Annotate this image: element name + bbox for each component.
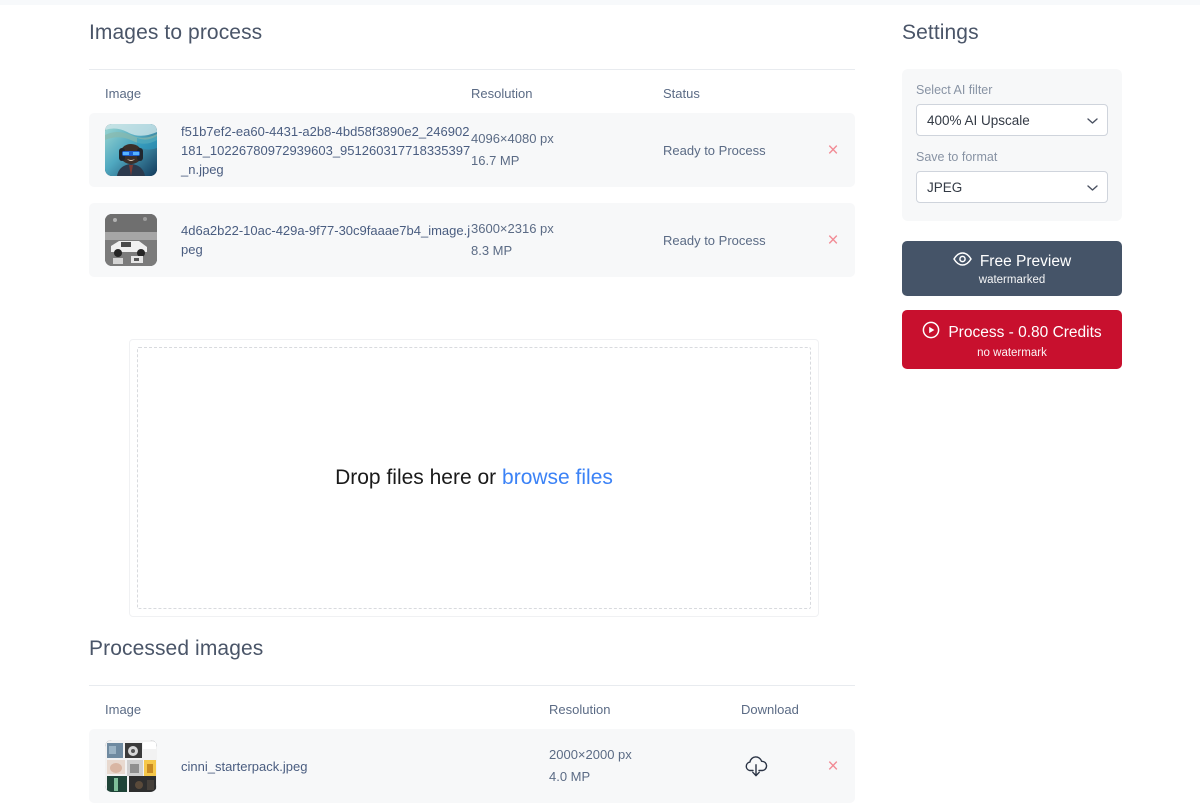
file-dropzone[interactable]: Drop files here or browse files <box>129 339 819 617</box>
process-button[interactable]: Process - 0.80 Credits no watermark <box>902 310 1122 370</box>
images-table-header: Image Resolution Status <box>89 70 855 113</box>
settings-panel: Settings Select AI filter 400% AI Upscal… <box>902 20 1122 383</box>
processed-images-section: Processed images Image Resolution Downlo… <box>89 636 855 803</box>
row-actions: × <box>811 757 855 776</box>
column-header-download: Download <box>741 702 799 718</box>
column-header-image: Image <box>105 86 142 102</box>
save-format-label: Save to format <box>916 150 998 165</box>
row-image-cell: 4d6a2b22-10ac-429a-9f77-30c9faaae7b4_ima… <box>89 214 471 267</box>
column-header-resolution: Resolution <box>549 702 611 718</box>
process-label: Process - 0.80 Credits <box>948 324 1102 342</box>
ai-filter-value: 400% AI Upscale <box>927 112 1030 128</box>
row-resolution: 3600×2316 px <box>471 221 554 237</box>
column-header-image: Image <box>105 702 142 718</box>
file-dropzone-inner[interactable]: Drop files here or browse files <box>137 347 811 609</box>
row-status: Ready to Process <box>663 232 766 248</box>
settings-card: Select AI filter 400% AI Upscale Save to… <box>902 69 1122 222</box>
save-format-value: JPEG <box>927 179 963 195</box>
app-root: Images to process Image Resolution Statu… <box>0 0 1200 803</box>
free-preview-label: Free Preview <box>979 253 1072 271</box>
image-thumbnail <box>105 214 157 267</box>
row-actions: × <box>811 141 855 160</box>
image-thumbnail <box>105 740 157 793</box>
table-row[interactable]: cinni_starterpack.jpeg 2000×2000 px 4.0 … <box>89 729 855 803</box>
row-filename: 4d6a2b22-10ac-429a-9f77-30c9faaae7b4_ima… <box>181 223 471 258</box>
remove-image-icon[interactable]: × <box>827 231 838 250</box>
row-resolution-cell: 3600×2316 px 8.3 MP <box>471 218 663 262</box>
remove-image-icon[interactable]: × <box>827 141 838 160</box>
row-megapixels: 8.3 MP <box>471 243 513 259</box>
row-resolution: 2000×2000 px <box>549 747 632 763</box>
row-resolution: 4096×4080 px <box>471 131 554 147</box>
row-resolution-cell: 2000×2000 px 4.0 MP <box>549 744 741 788</box>
processed-table-header: Image Resolution Download <box>89 686 855 729</box>
table-row[interactable]: f51b7ef2-ea60-4431-a2b8-4bd58f3890e2_246… <box>89 113 855 188</box>
row-resolution-cell: 4096×4080 px 16.7 MP <box>471 128 663 172</box>
row-image-cell: cinni_starterpack.jpeg <box>89 740 549 793</box>
free-preview-button[interactable]: Free Preview watermarked <box>902 241 1122 297</box>
row-status: Ready to Process <box>663 142 766 158</box>
processed-title: Processed images <box>89 637 264 660</box>
chevron-down-icon <box>1087 180 1098 195</box>
free-preview-sublabel: watermarked <box>978 274 1046 287</box>
thumbnail-art-racecar <box>105 214 157 267</box>
image-thumbnail <box>105 124 157 177</box>
column-header-status: Status <box>663 86 700 102</box>
process-button-line: Process - 0.80 Credits <box>902 321 1122 345</box>
row-download-cell <box>741 751 811 781</box>
row-image-cell: f51b7ef2-ea60-4431-a2b8-4bd58f3890e2_246… <box>89 122 471 179</box>
dropzone-label: Drop files here or <box>335 466 497 489</box>
row-filename: f51b7ef2-ea60-4431-a2b8-4bd58f3890e2_246… <box>181 123 471 177</box>
ai-filter-select[interactable]: 400% AI Upscale <box>916 104 1108 137</box>
top-strip <box>0 0 1200 5</box>
thumbnail-art-portrait <box>105 124 157 177</box>
save-format-select[interactable]: JPEG <box>916 171 1108 204</box>
free-preview-button-line: Free Preview <box>902 252 1122 272</box>
row-megapixels: 4.0 MP <box>549 769 591 785</box>
eye-icon <box>952 252 972 272</box>
play-circle-icon <box>922 321 940 345</box>
cloud-download-icon[interactable] <box>741 751 771 781</box>
row-actions: × <box>811 231 855 250</box>
settings-title: Settings <box>902 21 979 44</box>
images-to-process-section: Images to process Image Resolution Statu… <box>89 20 855 293</box>
thumbnail-art-collage <box>105 740 157 793</box>
dropzone-text: Drop files here or browse files <box>335 466 613 490</box>
column-header-resolution: Resolution <box>471 86 533 102</box>
table-row[interactable]: 4d6a2b22-10ac-429a-9f77-30c9faaae7b4_ima… <box>89 203 855 278</box>
page-title: Images to process <box>89 21 263 44</box>
ai-filter-label: Select AI filter <box>916 83 993 98</box>
row-filename: cinni_starterpack.jpeg <box>181 758 308 774</box>
process-sublabel: no watermark <box>977 347 1047 360</box>
browse-files-link[interactable]: browse files <box>502 466 613 489</box>
row-megapixels: 16.7 MP <box>471 153 520 169</box>
chevron-down-icon <box>1087 113 1098 128</box>
remove-image-icon[interactable]: × <box>827 757 838 776</box>
